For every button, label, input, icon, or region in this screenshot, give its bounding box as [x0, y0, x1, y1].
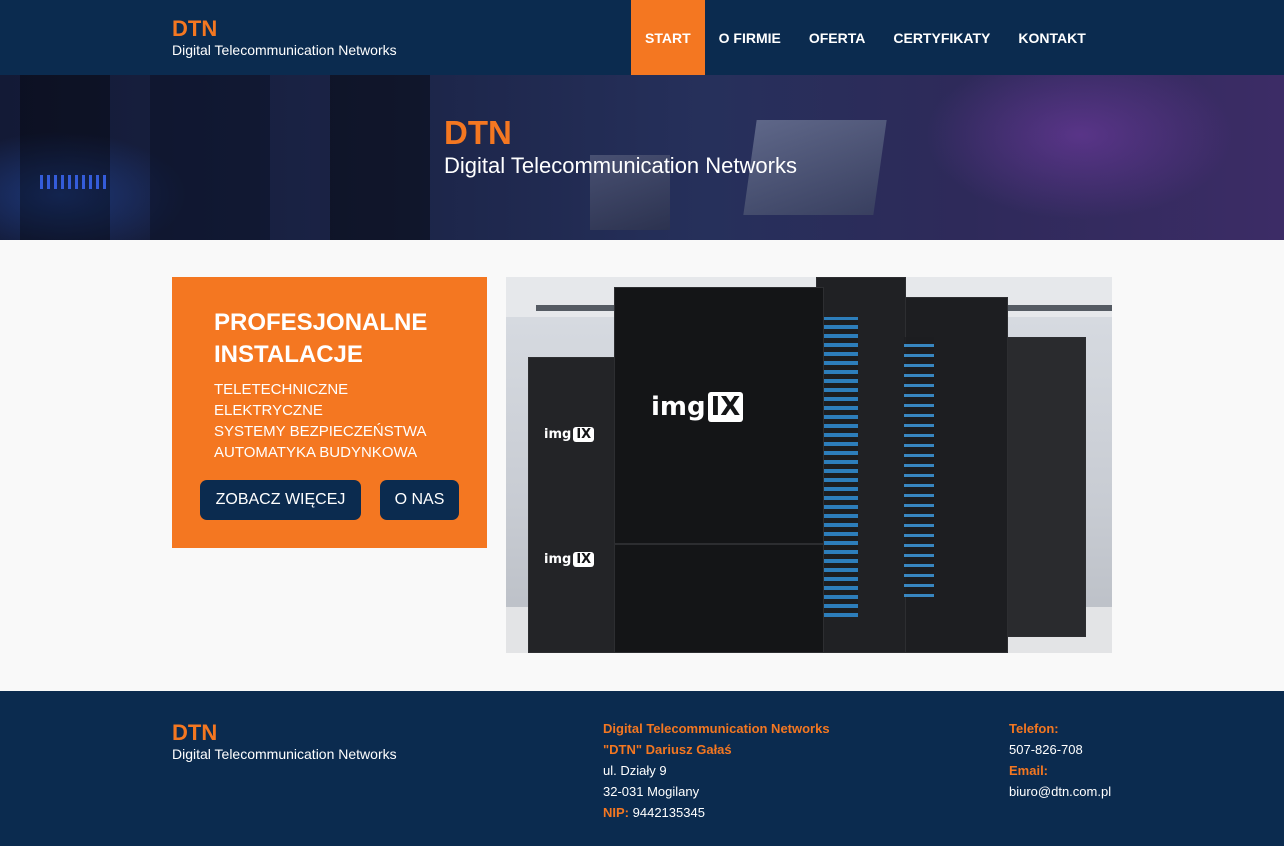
- footer-contact: Telefon: 507-826-708 Email: biuro@dtn.co…: [1009, 718, 1111, 802]
- about-us-button[interactable]: O NAS: [380, 480, 459, 520]
- footer-logo-title: DTN: [172, 720, 218, 745]
- promo-title: PROFESJONALNE INSTALACJE: [214, 307, 464, 371]
- nip-label: NIP:: [603, 805, 629, 820]
- nav-item-start[interactable]: START: [631, 0, 705, 75]
- datacenter-photo: img IX img IX img IX: [506, 277, 1112, 653]
- footer-city: 32-031 Mogilany: [603, 784, 700, 799]
- service-item: TELETECHNICZNE: [214, 381, 349, 398]
- phone-label: Telefon:: [1009, 721, 1059, 736]
- nav-item-oferta[interactable]: OFERTA: [795, 0, 880, 75]
- hero-server-rack: [20, 75, 110, 240]
- network-cables: [818, 317, 858, 617]
- server-cabinet: [614, 287, 824, 653]
- promo-title-line: PROFESJONALNE: [214, 309, 428, 336]
- hero-heading: DTN Digital Telecommunication Networks: [444, 115, 797, 181]
- services-promo-box: PROFESJONALNE INSTALACJE TELETECHNICZNE …: [172, 277, 487, 548]
- main-nav: START O FIRMIE OFERTA CERTYFIKATY KONTAK…: [631, 0, 1100, 75]
- hero-title: DTN: [444, 114, 512, 151]
- footer-address: Digital Telecommunication Networks "DTN"…: [603, 718, 830, 823]
- phone-number[interactable]: 507-826-708: [1009, 739, 1111, 760]
- service-item: AUTOMATYKA BUDYNKOWA: [214, 444, 418, 461]
- hero-server-rack: [150, 75, 270, 240]
- imgix-logo: img IX: [651, 392, 744, 422]
- cabinet-door-seam: [614, 543, 824, 545]
- nav-item-certyfikaty[interactable]: CERTYFIKATY: [879, 0, 1004, 75]
- logo-title: DTN: [172, 16, 218, 41]
- server-cabinet: [1006, 337, 1086, 637]
- site-footer: DTN Digital Telecommunication Networks D…: [0, 691, 1284, 846]
- email-link[interactable]: biuro@dtn.com.pl: [1009, 781, 1111, 802]
- email-label: Email:: [1009, 763, 1049, 778]
- hero-subtitle: Digital Telecommunication Networks: [444, 153, 797, 178]
- footer-owner: "DTN" Dariusz Gałaś: [603, 742, 732, 757]
- header-logo[interactable]: DTN Digital Telecommunication Networks: [172, 17, 397, 59]
- imgix-logo: img IX: [544, 427, 595, 442]
- service-item: ELEKTRYCZNE: [214, 402, 323, 419]
- footer-logo-subtitle: Digital Telecommunication Networks: [172, 746, 397, 762]
- server-cabinet: [528, 357, 618, 653]
- hero-server-rack: [330, 75, 430, 240]
- imgix-logo: img IX: [544, 552, 595, 567]
- footer-company-name: Digital Telecommunication Networks: [603, 721, 830, 736]
- nav-item-kontakt[interactable]: KONTAKT: [1004, 0, 1099, 75]
- services-list: TELETECHNICZNE ELEKTRYCZNE SYSTEMY BEZPI…: [214, 379, 427, 463]
- network-cables: [904, 337, 934, 597]
- site-header: DTN Digital Telecommunication Networks S…: [0, 0, 1284, 75]
- see-more-button[interactable]: ZOBACZ WIĘCEJ: [200, 480, 361, 520]
- footer-street: ul. Działy 9: [603, 763, 667, 778]
- footer-logo[interactable]: DTN Digital Telecommunication Networks: [172, 721, 397, 763]
- logo-subtitle: Digital Telecommunication Networks: [172, 42, 397, 58]
- nip-value: 9442135345: [632, 805, 705, 820]
- hero-status-leds: [40, 175, 110, 189]
- nav-item-o-firmie[interactable]: O FIRMIE: [705, 0, 795, 75]
- promo-title-line: INSTALACJE: [214, 341, 363, 368]
- service-item: SYSTEMY BEZPIECZEŃSTWA: [214, 423, 427, 440]
- footer-nip: NIP: 9442135345: [603, 802, 830, 823]
